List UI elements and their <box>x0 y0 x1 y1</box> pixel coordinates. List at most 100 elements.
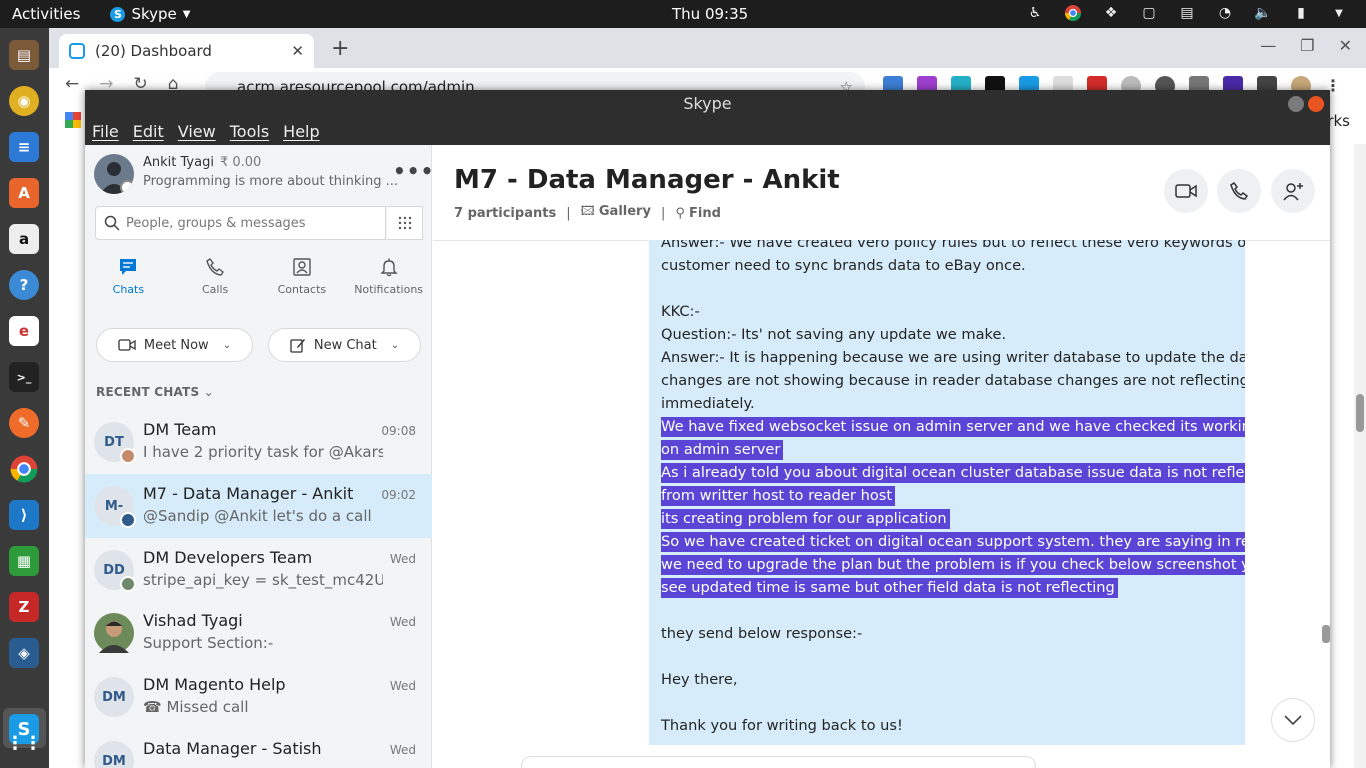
tab-contacts[interactable]: Contacts <box>259 257 346 307</box>
avatar: DT <box>94 422 136 464</box>
more-options-icon[interactable]: ••• <box>393 159 434 183</box>
back-icon[interactable]: ← <box>65 74 79 94</box>
find-label: Find <box>689 205 721 221</box>
mysql-workbench-icon[interactable]: ◈ <box>9 638 39 668</box>
message-line-text: immediately. <box>661 395 755 412</box>
keyboard-icon[interactable]: ▤ <box>1178 4 1196 22</box>
menu-view[interactable]: View <box>178 122 216 141</box>
filezilla-icon[interactable]: Z <box>9 592 39 622</box>
skype-small-icon: S <box>110 6 126 22</box>
message-line: Hey there, <box>661 671 737 688</box>
recent-chats-header[interactable]: RECENT CHATS ⌄ <box>96 385 214 399</box>
chat-list-item[interactable]: Vishad Tyagi Support Section:- Wed <box>85 601 432 665</box>
chat-preview: @Sandip @Ankit let's do a call <box>143 507 372 525</box>
new-chat-button[interactable]: New Chat ⌄ <box>268 328 421 362</box>
chat-list-item-selected[interactable]: M- M7 - Data Manager - Ankit @Sandip @An… <box>85 474 432 538</box>
chrome-icon[interactable] <box>9 454 39 484</box>
profile-avatar[interactable] <box>94 154 134 194</box>
page-scrollbar[interactable] <box>1354 144 1366 768</box>
calc-icon[interactable]: ▦ <box>9 546 39 576</box>
gallery-link[interactable]: 🖾 Gallery <box>581 202 651 224</box>
battery-icon[interactable]: ▮ <box>1292 4 1310 22</box>
tab-title: (20) Dashboard <box>95 42 212 60</box>
tab-notifications[interactable]: Notifications <box>345 257 432 307</box>
close-button[interactable] <box>1308 96 1324 112</box>
menu-tools[interactable]: Tools <box>230 122 269 141</box>
files-icon[interactable]: ▤ <box>9 40 39 70</box>
chat-list-item[interactable]: DM Data Manager - Satish Wed <box>85 729 432 768</box>
find-link[interactable]: ⚲ Find <box>675 206 721 221</box>
app-menu[interactable]: S Skype ▼ <box>110 5 190 23</box>
postman-icon[interactable]: ✎ <box>9 408 39 438</box>
menu-file[interactable]: File <box>92 122 119 141</box>
dialpad-button[interactable] <box>387 206 423 240</box>
software-icon[interactable]: A <box>9 178 39 208</box>
notes-icon[interactable]: ▢ <box>1140 4 1158 22</box>
terminal-icon[interactable]: >_ <box>9 362 39 392</box>
menu-help[interactable]: Help <box>283 122 319 141</box>
message-line: see updated time is same but other field… <box>661 578 1118 598</box>
add-people-button[interactable] <box>1271 169 1315 213</box>
writer-icon[interactable]: ≡ <box>9 132 39 162</box>
minimize-button[interactable] <box>1288 96 1304 112</box>
new-tab-icon[interactable]: + <box>331 36 349 61</box>
conversation-title[interactable]: M7 - Data Manager - Ankit <box>454 165 840 195</box>
page-scroll-thumb[interactable] <box>1356 394 1364 432</box>
browser-tabstrip: (20) Dashboard ✕ + — ❐ ✕ <box>49 28 1366 68</box>
tab-chats[interactable]: Chats <box>85 257 172 307</box>
profile-name-row[interactable]: Ankit Tyagi ₹ 0.00 <box>143 155 261 170</box>
chat-list-item[interactable]: DD DM Developers Team stripe_api_key = s… <box>85 538 432 602</box>
rhythmbox-icon[interactable]: ◉ <box>9 86 39 116</box>
chrome-tray-icon[interactable] <box>1064 4 1082 22</box>
conversation-scroll-thumb[interactable] <box>1322 625 1330 643</box>
chat-name: DM Team <box>143 420 217 439</box>
chevron-down-icon: ⌄ <box>203 385 214 399</box>
power-chevron-icon[interactable]: ▼ <box>1330 4 1348 22</box>
recent-chats-label: RECENT CHATS <box>96 385 200 399</box>
search-input[interactable] <box>126 215 376 231</box>
clock[interactable]: Thu 09:35 <box>672 5 748 23</box>
show-apps-icon[interactable]: ⋮⋮ <box>6 728 42 758</box>
apps-shortcut-icon[interactable] <box>65 112 81 128</box>
bell-icon <box>379 258 398 277</box>
tab-contacts-label: Contacts <box>277 283 327 296</box>
message-line: from writter host to reader host <box>661 486 896 506</box>
message-line-text: Answer:- We have created vero policy rul… <box>661 240 1245 251</box>
browser-tab[interactable]: (20) Dashboard ✕ <box>59 34 314 68</box>
message-bubble[interactable]: Answer:- We have created vero policy rul… <box>649 240 1245 745</box>
close-icon[interactable]: ✕ <box>1339 36 1352 55</box>
chat-list-item[interactable]: DM DM Magento Help ☎ Missed call Wed <box>85 665 432 729</box>
vscode-icon[interactable]: ⟩ <box>9 500 39 530</box>
text-editor-icon[interactable]: e <box>9 316 39 346</box>
message-line: customer need to sync brands data to eBa… <box>661 257 1026 274</box>
tab-calls[interactable]: Calls <box>172 257 259 307</box>
participants-link[interactable]: 7 participants <box>454 206 556 221</box>
chevron-down-icon <box>1284 715 1302 725</box>
add-person-icon <box>1283 183 1303 201</box>
volume-icon[interactable]: 🔈 <box>1254 4 1272 22</box>
video-call-button[interactable] <box>1164 169 1208 213</box>
minimize-icon[interactable]: — <box>1260 36 1276 55</box>
wifi-icon[interactable]: ◔ <box>1216 4 1234 22</box>
conversation-meta: 7 participants | 🖾 Gallery | ⚲ Find <box>454 202 721 224</box>
chat-list-item[interactable]: DT DM Team I have 2 priority task for @A… <box>85 410 432 474</box>
scroll-to-bottom-button[interactable] <box>1271 698 1315 742</box>
accessibility-icon[interactable]: ♿ <box>1026 4 1044 22</box>
help-icon[interactable]: ? <box>9 270 39 300</box>
meet-now-button[interactable]: Meet Now ⌄ <box>96 328 253 362</box>
activities-button[interactable]: Activities <box>12 5 80 23</box>
meet-now-label: Meet Now <box>143 337 209 353</box>
amazon-icon[interactable]: a <box>9 224 39 254</box>
avatar-initials: DT <box>104 434 124 450</box>
bookmark-overflow[interactable]: rks <box>1327 112 1350 130</box>
close-tab-icon[interactable]: ✕ <box>291 42 304 60</box>
message-composer[interactable] <box>521 756 1036 768</box>
search-box[interactable] <box>95 206 386 240</box>
audio-call-button[interactable] <box>1217 169 1261 213</box>
restore-icon[interactable]: ❐ <box>1300 36 1314 55</box>
dropbox-icon[interactable]: ❖ <box>1102 4 1120 22</box>
menu-bar: File Edit View Tools Help <box>85 118 1330 145</box>
mood-message[interactable]: Programming is more about thinking ... <box>143 174 398 189</box>
menu-edit[interactable]: Edit <box>133 122 164 141</box>
avatar-initials: DM <box>102 689 126 705</box>
